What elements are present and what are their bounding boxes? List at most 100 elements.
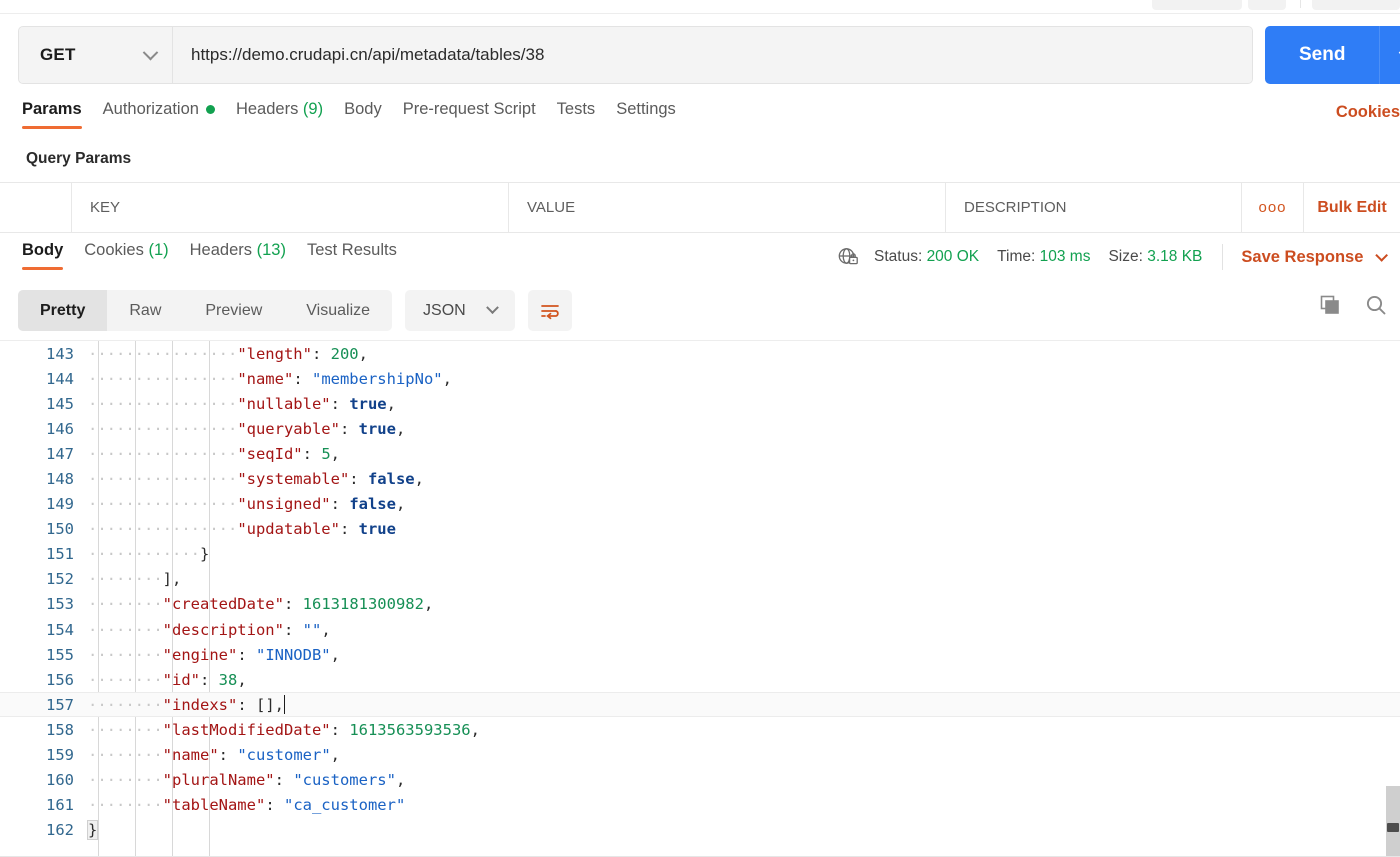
indent-whitespace: ················: [88, 420, 237, 438]
tab-pre-request-script[interactable]: Pre-request Script: [403, 100, 557, 133]
size-value: 3.18 KB: [1147, 248, 1202, 265]
save-response-button[interactable]: Save Response: [1241, 248, 1384, 267]
code-token: :: [237, 646, 256, 664]
response-tab-cookies[interactable]: Cookies (1): [84, 241, 189, 274]
code-line-text: ················"unsigned": false,: [88, 495, 1400, 513]
code-line[interactable]: 159········"name": "customer",: [0, 743, 1400, 768]
tab-tests[interactable]: Tests: [557, 100, 617, 133]
code-line-text: ················"length": 200,: [88, 345, 1400, 363]
vertical-scrollbar-thumb[interactable]: [1387, 823, 1399, 832]
tab-settings[interactable]: Settings: [616, 100, 697, 133]
code-token: ,: [237, 671, 246, 689]
bulk-edit-button[interactable]: Bulk Edit: [1304, 183, 1400, 232]
table-options-icon[interactable]: ooo: [1242, 183, 1304, 232]
tab-authorization[interactable]: Authorization: [103, 100, 236, 133]
code-line[interactable]: 149················"unsigned": false,: [0, 492, 1400, 517]
http-method-selector[interactable]: GET: [19, 27, 173, 83]
indent-whitespace: ················: [88, 370, 237, 388]
select-all-cell[interactable]: [0, 183, 72, 232]
response-tab-body[interactable]: Body: [22, 241, 84, 274]
code-token: "nullable": [237, 395, 330, 413]
code-line[interactable]: 153········"createdDate": 1613181300982,: [0, 592, 1400, 617]
view-mode-visualize[interactable]: Visualize: [284, 290, 392, 331]
line-number: 161: [0, 796, 88, 814]
code-line[interactable]: 146················"queryable": true,: [0, 416, 1400, 441]
code-token: [],: [256, 696, 284, 714]
time-label-text: Time:: [997, 248, 1035, 265]
format-selector[interactable]: JSON: [405, 290, 515, 331]
code-token: 200: [331, 345, 359, 363]
size-label: Size: 3.18 KB: [1108, 248, 1202, 266]
code-token: ,: [331, 445, 340, 463]
code-line[interactable]: 156········"id": 38,: [0, 667, 1400, 692]
code-line[interactable]: 151············}: [0, 542, 1400, 567]
code-token: :: [275, 771, 294, 789]
tab-settings-label: Settings: [616, 100, 676, 118]
code-line[interactable]: 162}: [0, 818, 1400, 843]
code-token: "createdDate": [163, 595, 284, 613]
tab-params[interactable]: Params: [22, 100, 103, 133]
postman-window: GET https://demo.crudapi.cn/api/metadata…: [0, 0, 1400, 857]
globe-lock-icon[interactable]: [836, 245, 860, 269]
time-label: Time: 103 ms: [997, 248, 1090, 266]
code-line[interactable]: 155········"engine": "INNODB",: [0, 642, 1400, 667]
chrome-stub-button-c: [1312, 0, 1400, 10]
response-tab-headers[interactable]: Headers (13): [190, 241, 307, 274]
copy-icon[interactable]: [1318, 293, 1342, 317]
chevron-down-icon: [486, 301, 499, 314]
status-value: 200 OK: [927, 248, 980, 265]
word-wrap-icon[interactable]: [528, 290, 572, 331]
tab-authorization-label: Authorization: [103, 100, 199, 118]
view-mode-preview[interactable]: Preview: [183, 290, 284, 331]
code-line[interactable]: 161········"tableName": "ca_customer": [0, 793, 1400, 818]
code-token: ,: [471, 721, 480, 739]
indent-whitespace: ················: [88, 520, 237, 538]
code-line[interactable]: 160········"pluralName": "customers",: [0, 768, 1400, 793]
response-viewer-toolbar: Pretty Raw Preview Visualize JSON: [18, 290, 572, 331]
chrome-stub-divider: [1300, 0, 1301, 8]
code-line[interactable]: 148················"systemable": false,: [0, 466, 1400, 491]
cookies-link[interactable]: Cookies: [1336, 103, 1400, 122]
code-token: :: [331, 721, 350, 739]
code-token: ,: [424, 595, 433, 613]
code-line[interactable]: 157········"indexs": [],: [0, 692, 1400, 717]
line-number: 153: [0, 595, 88, 613]
code-line[interactable]: 143················"length": 200,: [0, 341, 1400, 366]
send-button[interactable]: Send: [1265, 26, 1379, 84]
search-icon[interactable]: [1364, 293, 1388, 317]
view-mode-segmented-control: Pretty Raw Preview Visualize: [18, 290, 392, 331]
code-line-text: ········"indexs": [],: [88, 695, 1400, 714]
tab-body[interactable]: Body: [344, 100, 403, 133]
tab-headers[interactable]: Headers (9): [236, 100, 344, 133]
code-token: ,: [321, 621, 330, 639]
response-body-viewer[interactable]: 143················"length": 200,144····…: [0, 340, 1400, 857]
code-line[interactable]: 158········"lastModifiedDate": 161356359…: [0, 717, 1400, 742]
code-line[interactable]: 145················"nullable": true,: [0, 391, 1400, 416]
code-line-text: ········"lastModifiedDate": 161356359353…: [88, 721, 1400, 739]
code-line-text: ················"name": "membershipNo",: [88, 370, 1400, 388]
code-line[interactable]: 147················"seqId": 5,: [0, 441, 1400, 466]
code-token: }: [200, 545, 209, 563]
vertical-scrollbar-track[interactable]: [1386, 786, 1400, 857]
send-button-group: Send: [1265, 26, 1400, 84]
response-tab-test-results[interactable]: Test Results: [307, 241, 418, 274]
view-mode-pretty[interactable]: Pretty: [18, 290, 107, 331]
view-mode-raw[interactable]: Raw: [107, 290, 183, 331]
url-input[interactable]: https://demo.crudapi.cn/api/metadata/tab…: [173, 27, 1252, 83]
code-token: false: [368, 470, 415, 488]
column-header-key: KEY: [72, 183, 509, 232]
code-line-text: ········],: [88, 570, 1400, 588]
code-token: "customers": [293, 771, 396, 789]
indent-whitespace: ········: [88, 570, 163, 588]
code-token: "INNODB": [256, 646, 331, 664]
line-number: 154: [0, 621, 88, 639]
line-number: 162: [0, 821, 88, 839]
text-cursor: [284, 695, 286, 714]
code-line[interactable]: 150················"updatable": true: [0, 517, 1400, 542]
code-line[interactable]: 154········"description": "",: [0, 617, 1400, 642]
send-options-button[interactable]: [1379, 26, 1400, 84]
code-line[interactable]: 144················"name": "membershipNo…: [0, 366, 1400, 391]
code-line[interactable]: 152········],: [0, 567, 1400, 592]
status-label-text: Status:: [874, 248, 922, 265]
code-token: ],: [163, 570, 182, 588]
